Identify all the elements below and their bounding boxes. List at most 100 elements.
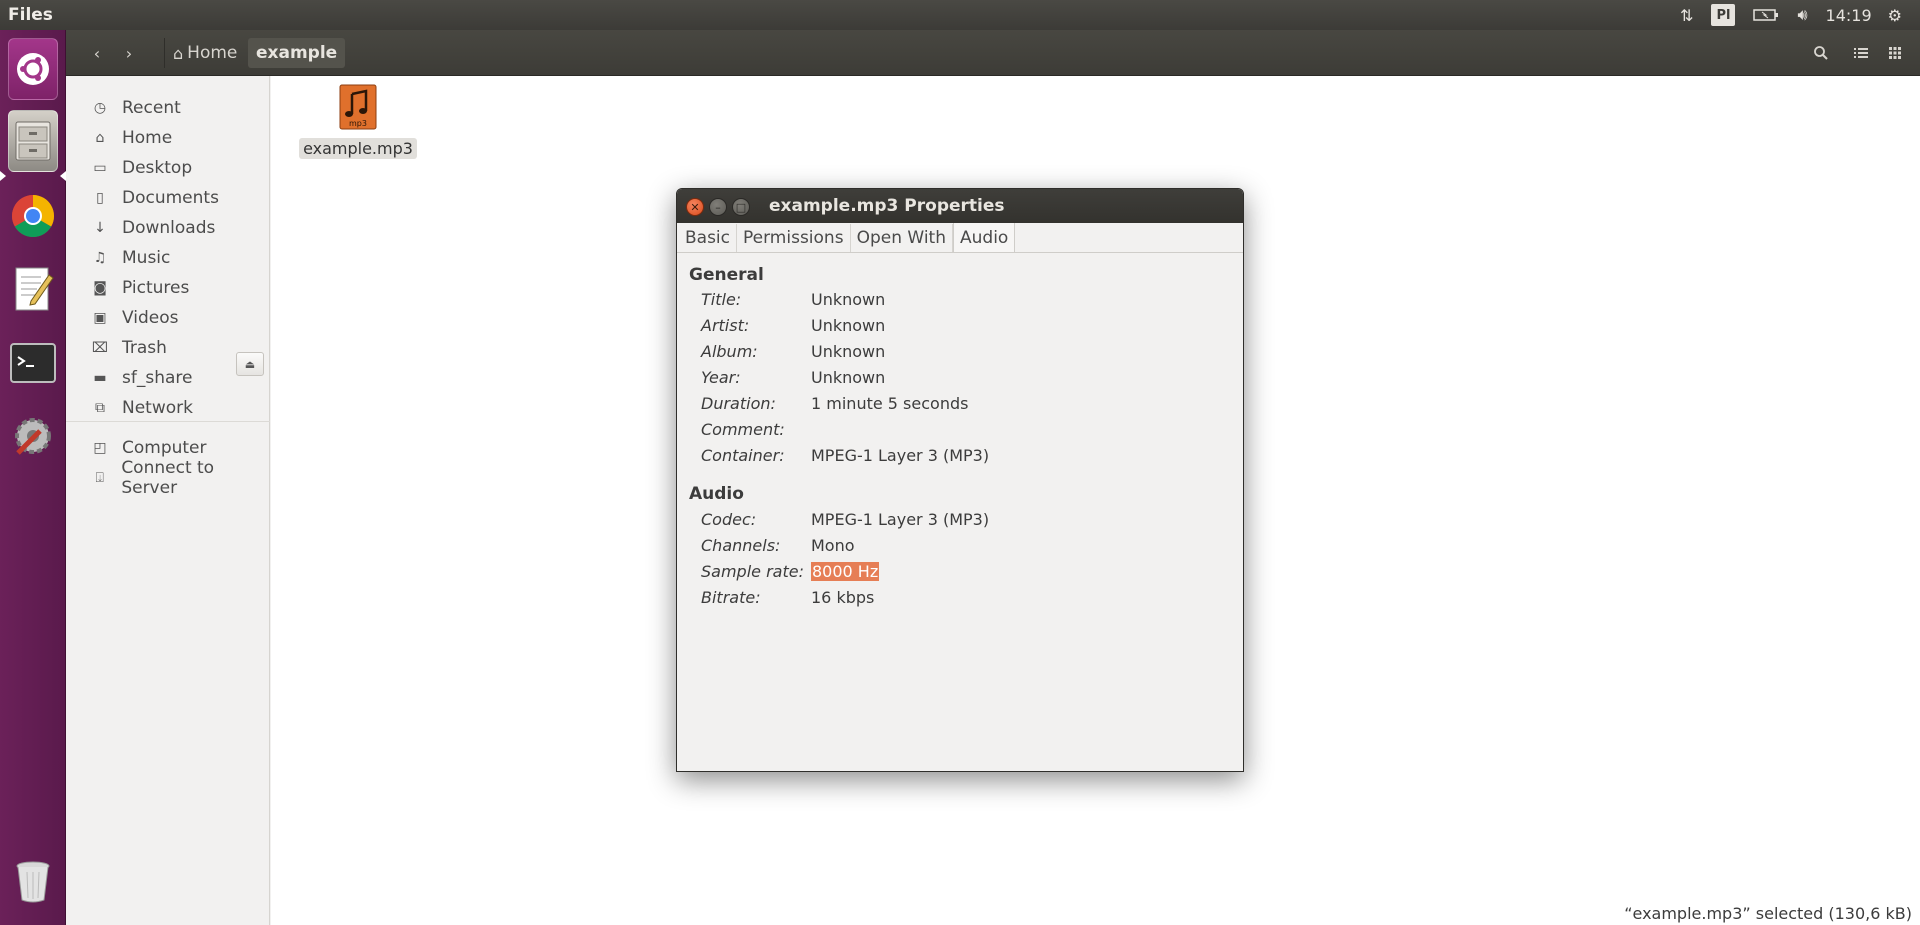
search-button[interactable] — [1806, 38, 1836, 68]
music-icon: ♫ — [93, 250, 107, 266]
close-icon: ✕ — [690, 200, 700, 214]
sidebar-item-recent[interactable]: ◷ Recent — [66, 94, 270, 122]
top-panel: Files ⇅ Pl 🔊︎ 14:19 ⚙ — [0, 0, 1920, 30]
file-type-badge: mp3 — [349, 119, 367, 128]
home-icon: ⌂ — [95, 130, 105, 146]
codec-value[interactable]: MPEG-1 Layer 3 (MP3) — [811, 510, 989, 529]
album-label: Album: — [701, 342, 758, 361]
duration-label: Duration: — [701, 394, 776, 413]
system-settings-launcher-button[interactable] — [8, 405, 58, 467]
clock[interactable]: 14:19 — [1826, 6, 1872, 25]
title-label: Title: — [701, 290, 742, 309]
running-indicator — [0, 171, 6, 181]
sidebar-item-pictures[interactable]: ◙ Pictures — [66, 274, 270, 302]
network-transfer-icon[interactable]: ⇅ — [1680, 6, 1693, 25]
eject-icon: ⏏ — [244, 357, 256, 371]
network-icon: ⧉ — [95, 400, 105, 416]
bitrate-label: Bitrate: — [701, 588, 761, 607]
trash-launcher-button[interactable] — [8, 850, 58, 912]
file-item[interactable]: mp3 example.mp3 — [297, 84, 419, 159]
sidebar-item-documents[interactable]: ▯ Documents — [66, 184, 270, 212]
breadcrumb-home[interactable]: ⌂ Home — [164, 38, 245, 68]
trash-icon — [16, 861, 50, 903]
tab-permissions[interactable]: Permissions — [737, 224, 851, 252]
artist-value[interactable]: Unknown — [811, 316, 885, 335]
file-name-label: example.mp3 — [299, 138, 417, 159]
text-editor-launcher-button[interactable] — [8, 258, 58, 320]
duration-value[interactable]: 1 minute 5 seconds — [811, 394, 968, 413]
year-label: Year: — [701, 368, 741, 387]
camera-icon: ◙ — [93, 280, 107, 296]
audio-file-icon: mp3 — [339, 84, 377, 130]
back-button[interactable]: ‹ — [84, 38, 110, 68]
maximize-icon: □ — [735, 200, 747, 214]
sidebar-item-label: Videos — [122, 308, 179, 328]
sidebar-item-label: sf_share — [122, 368, 193, 388]
files-launcher-button[interactable] — [8, 110, 58, 172]
container-label: Container: — [701, 446, 785, 465]
dialog-tabs: Basic Permissions Open With Audio — [677, 222, 1243, 253]
tab-audio[interactable]: Audio — [953, 222, 1016, 252]
sidebar-item-home[interactable]: ⌂ Home — [66, 124, 270, 152]
ubuntu-logo-icon — [17, 53, 49, 85]
list-view-button[interactable] — [1846, 38, 1876, 68]
places-sidebar: ◷ Recent ⌂ Home ▭ Desktop ▯ Documents ↓ Downl… — [66, 76, 270, 925]
dialog-titlebar[interactable]: ✕ – □ example.mp3 Properties — [677, 189, 1243, 223]
minimize-button[interactable]: – — [709, 198, 727, 216]
list-view-icon — [1854, 48, 1868, 58]
trash-icon: ⌧ — [91, 340, 109, 356]
file-cabinet-icon — [15, 121, 51, 161]
bitrate-value[interactable]: 16 kbps — [811, 588, 874, 607]
sidebar-item-label: Pictures — [122, 278, 190, 298]
chrome-launcher-button[interactable] — [8, 185, 58, 247]
sidebar-item-connect-to-server[interactable]: ⍗ Connect to Server — [66, 458, 270, 498]
sidebar-item-videos[interactable]: ▣ Videos — [66, 304, 270, 332]
launcher — [0, 30, 66, 925]
codec-label: Codec: — [701, 510, 757, 529]
forward-button[interactable]: › — [116, 38, 142, 68]
document-icon: ▯ — [96, 190, 104, 206]
download-icon: ↓ — [94, 220, 106, 236]
terminal-launcher-button[interactable] — [8, 332, 58, 394]
eject-button[interactable]: ⏏ — [236, 352, 264, 376]
dialog-title: example.mp3 Properties — [769, 196, 1005, 216]
album-value[interactable]: Unknown — [811, 342, 885, 361]
terminal-icon — [10, 343, 56, 383]
gear-icon[interactable]: ⚙ — [1888, 6, 1902, 25]
indicator-area: ⇅ Pl 🔊︎ 14:19 ⚙ — [1680, 0, 1920, 30]
sidebar-item-music[interactable]: ♫ Music — [66, 244, 270, 272]
keyboard-layout-indicator[interactable]: Pl — [1711, 4, 1736, 26]
tab-basic[interactable]: Basic — [679, 224, 738, 252]
sidebar-item-label: Network — [122, 398, 193, 418]
sidebar-item-desktop[interactable]: ▭ Desktop — [66, 154, 270, 182]
tab-open-with[interactable]: Open With — [851, 224, 953, 252]
folder-icon: ▭ — [93, 160, 107, 176]
year-value[interactable]: Unknown — [811, 368, 885, 387]
grid-view-button[interactable] — [1880, 38, 1910, 68]
home-icon: ⌂ — [173, 43, 184, 63]
chevron-left-icon: ‹ — [93, 43, 101, 63]
sample-rate-value[interactable]: 8000 Hz — [811, 562, 880, 581]
video-icon: ▣ — [93, 310, 107, 326]
battery-icon[interactable] — [1753, 8, 1779, 22]
breadcrumb-home-label: Home — [187, 43, 238, 63]
sidebar-item-label: Desktop — [122, 158, 193, 178]
sidebar-item-label: Home — [122, 128, 173, 148]
drive-icon: ▬ — [93, 370, 107, 386]
sidebar-item-label: Computer — [122, 438, 207, 458]
minimize-icon: – — [715, 200, 721, 214]
sidebar-item-label: Trash — [122, 338, 167, 358]
sidebar-item-network[interactable]: ⧉ Network — [66, 394, 270, 422]
volume-icon[interactable]: 🔊︎ — [1797, 5, 1807, 25]
container-value[interactable]: MPEG-1 Layer 3 (MP3) — [811, 446, 989, 465]
maximize-button[interactable]: □ — [732, 198, 750, 216]
chevron-right-icon: › — [125, 43, 133, 63]
general-heading: General — [689, 265, 764, 285]
dash-home-button[interactable] — [8, 38, 58, 100]
breadcrumb-current[interactable]: example — [248, 38, 346, 68]
title-value[interactable]: Unknown — [811, 290, 885, 309]
channels-value[interactable]: Mono — [811, 536, 855, 555]
close-button[interactable]: ✕ — [686, 198, 704, 216]
sidebar-item-downloads[interactable]: ↓ Downloads — [66, 214, 270, 242]
sidebar-item-label: Music — [122, 248, 171, 268]
